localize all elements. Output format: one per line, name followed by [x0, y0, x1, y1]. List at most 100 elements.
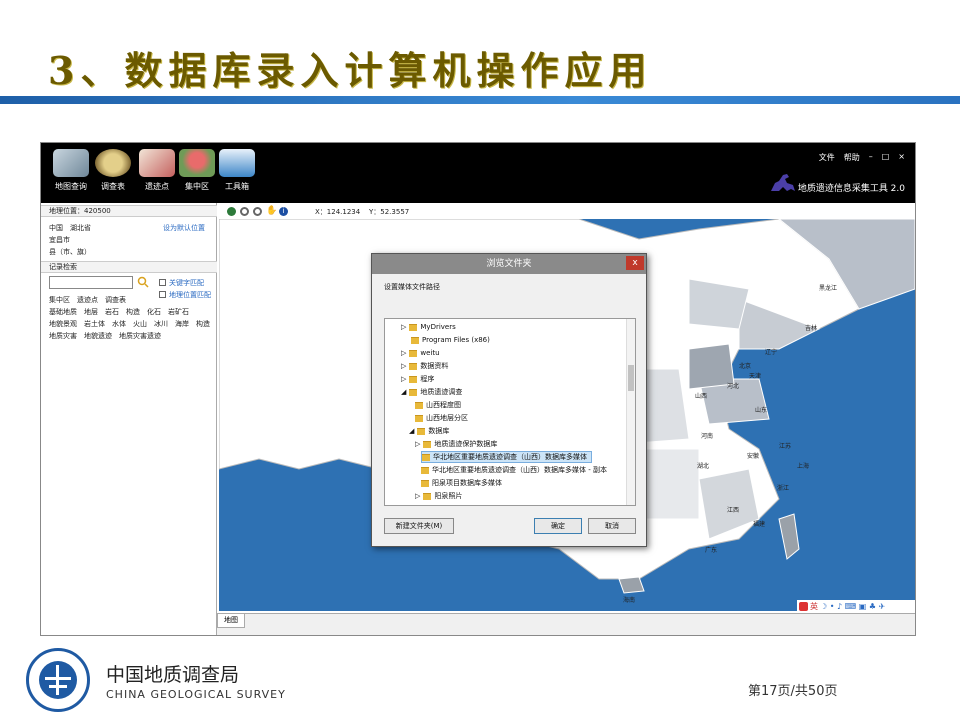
slide-title: 3、数据库录入计算机操作应用 [48, 48, 653, 93]
ime-mode[interactable]: 英 [810, 601, 818, 612]
tool-label: 集中区 [185, 182, 209, 191]
geo-match-checkbox[interactable] [159, 291, 166, 298]
ok-button[interactable]: 确定 [534, 518, 582, 534]
close-button[interactable]: × [898, 152, 905, 163]
tree-arrow-icon[interactable]: ◢ [401, 386, 406, 398]
cgs-emblem-icon [39, 661, 77, 699]
coord-y: Y：52.3557 [369, 208, 410, 216]
tab-map[interactable]: 地图 [217, 614, 245, 628]
search-icon[interactable] [137, 276, 149, 288]
pan-hand-icon[interactable]: ✋ [266, 206, 277, 216]
minimize-button[interactable]: – [869, 152, 873, 163]
folder-tree[interactable]: ▷ MyDrivers Program Files (x86) ▷ weitu ▷ 数… [384, 318, 636, 506]
province-label: 海南 [623, 597, 636, 604]
folder-icon [409, 362, 418, 370]
province-label: 天津 [749, 373, 762, 380]
tool-map-query[interactable]: 地图查询 [49, 149, 93, 192]
tree-node-selected[interactable]: 华北地区重要地质遗迹调查（山西）数据库多媒体 [421, 451, 592, 463]
menu-help[interactable]: 帮助 [844, 152, 860, 163]
tree-node[interactable]: ▷ 地质遗迹保护数据库 [415, 438, 497, 450]
tool-site-point[interactable]: 遗迹点 [135, 149, 179, 192]
folder-icon [415, 414, 423, 422]
tree-arrow-icon[interactable]: ▷ [401, 360, 406, 372]
tree-node[interactable]: ▷ MyDrivers [401, 321, 456, 333]
tree-node-label: 华北地区重要地质遗迹调查（山西）数据库多媒体 [433, 453, 587, 461]
scroll-thumb[interactable] [628, 365, 634, 391]
app-window: 地图查询 调查表 遗迹点 集中区 工具箱 文件 帮助 – □ × 地质遗迹信息采… [40, 142, 916, 636]
dialog-prompt: 设置媒体文件路径 [384, 283, 440, 291]
tree-scrollbar[interactable] [626, 319, 635, 505]
tree-node-label: 阳泉照片 [434, 492, 463, 500]
set-default-link[interactable]: 设为默认位置 [163, 223, 205, 233]
folder-icon [415, 401, 423, 409]
keyword-match-label: 关键字匹配 [169, 279, 204, 287]
folder-icon [422, 453, 430, 461]
tree-node-label: 地质遗迹保护数据库 [434, 440, 498, 448]
ime-toolbar[interactable]: 英 ☽ • ♪ ⌨ ▣ ♣ ✈ [797, 600, 915, 612]
province-label: 吉林 [805, 325, 818, 332]
map-query-icon [53, 149, 89, 177]
tree-arrow-icon[interactable]: ▷ [401, 373, 406, 385]
tree-node[interactable]: ◢ 数据库 [409, 425, 449, 437]
folder-icon [423, 440, 432, 448]
app-toolbar: 地图查询 调查表 遗迹点 集中区 工具箱 文件 帮助 – □ × 地质遗迹信息采… [41, 143, 915, 203]
new-folder-button[interactable]: 新建文件夹(M) [384, 518, 454, 534]
sogou-icon [799, 601, 808, 611]
tree-node[interactable]: ▷ weitu [401, 347, 440, 359]
tool-label: 调查表 [101, 182, 125, 191]
tree-node-label: 华北地区重要地质遗迹调查（山西）数据库多媒体 - 副本 [432, 466, 607, 474]
cancel-button[interactable]: 取消 [588, 518, 636, 534]
search-input[interactable] [49, 276, 133, 289]
province-label: 北京 [739, 363, 752, 370]
tree-arrow-icon[interactable]: ▷ [415, 490, 420, 502]
dialog-close-button[interactable]: x [626, 256, 644, 270]
tree-node[interactable]: ◢ 地质遗迹调查 [401, 386, 462, 398]
folder-icon [421, 479, 429, 487]
geo-match-label: 地理位置匹配 [169, 291, 211, 299]
tree-node[interactable]: ▷ 数据资料 [401, 360, 448, 372]
category-line[interactable]: 地貌景观 岩土体 水体 火山 冰川 海岸 构造 [49, 319, 210, 329]
category-line[interactable]: 集中区 遗迹点 调查表 [49, 295, 126, 305]
tree-node[interactable]: ▷ 程序 [401, 373, 434, 385]
title-divider [0, 96, 960, 104]
tree-node[interactable]: 山西地层分区 [415, 412, 468, 424]
category-line[interactable]: 基础地质 地层 岩石 构造 化石 岩矿石 [49, 307, 189, 317]
tool-label: 遗迹点 [145, 182, 169, 191]
tool-label: 工具箱 [225, 182, 249, 191]
province-label: 河北 [727, 383, 740, 390]
tree-node[interactable]: Program Files (x86) [401, 334, 490, 346]
zoom-in-icon[interactable] [240, 207, 249, 216]
tool-toolbox[interactable]: 工具箱 [215, 149, 259, 192]
folder-icon [411, 336, 419, 344]
tree-node[interactable]: 阳泉项目数据库多媒体 [421, 477, 502, 489]
tree-arrow-icon[interactable]: ▷ [401, 321, 406, 333]
zoom-out-icon[interactable] [253, 207, 262, 216]
toolbox-icon [219, 149, 255, 177]
dialog-title: 浏览文件夹 x [372, 254, 646, 274]
category-line[interactable]: 地质灾害 地貌遗迹 地质灾害遗迹 [49, 331, 161, 341]
tool-cluster-area[interactable]: 集中区 [175, 149, 219, 192]
page-number: 第17页/共50页 [748, 684, 838, 699]
menu-file[interactable]: 文件 [819, 152, 835, 163]
info-icon[interactable]: i [279, 207, 288, 216]
survey-table-icon [95, 149, 131, 177]
tree-arrow-icon[interactable]: ▷ [401, 347, 406, 359]
keyword-match-checkbox[interactable] [159, 279, 166, 286]
cgs-logo [26, 648, 90, 712]
tree-node-label: 地质遗迹调查 [420, 388, 463, 396]
tree-node[interactable]: ▷ 阳泉照片 [415, 490, 462, 502]
tool-survey-table[interactable]: 调查表 [91, 149, 135, 192]
ime-tools-icon[interactable]: ☽ • ♪ ⌨ ▣ ♣ ✈ [820, 602, 885, 611]
tree-node-label: 数据库 [428, 427, 450, 435]
app-name: 地质遗迹信息采集工具 2.0 [797, 184, 905, 194]
tree-node[interactable]: 山西程度图 [415, 399, 461, 411]
tree-arrow-icon[interactable]: ▷ [415, 438, 420, 450]
map-tabs: 地图 [217, 613, 915, 635]
left-panel: 地理位置：420500 中国 湖北省 宜昌市 县（市、旗） 设为默认位置 记录检… [41, 203, 217, 635]
location-line: 中国 湖北省 [49, 224, 91, 232]
maximize-button[interactable]: □ [882, 152, 890, 163]
tree-arrow-icon[interactable]: ◢ [409, 425, 414, 437]
globe-icon[interactable] [227, 207, 236, 216]
tree-node[interactable]: 华北地区重要地质遗迹调查（山西）数据库多媒体 - 副本 [421, 464, 607, 476]
province-label: 湖北 [697, 463, 710, 470]
